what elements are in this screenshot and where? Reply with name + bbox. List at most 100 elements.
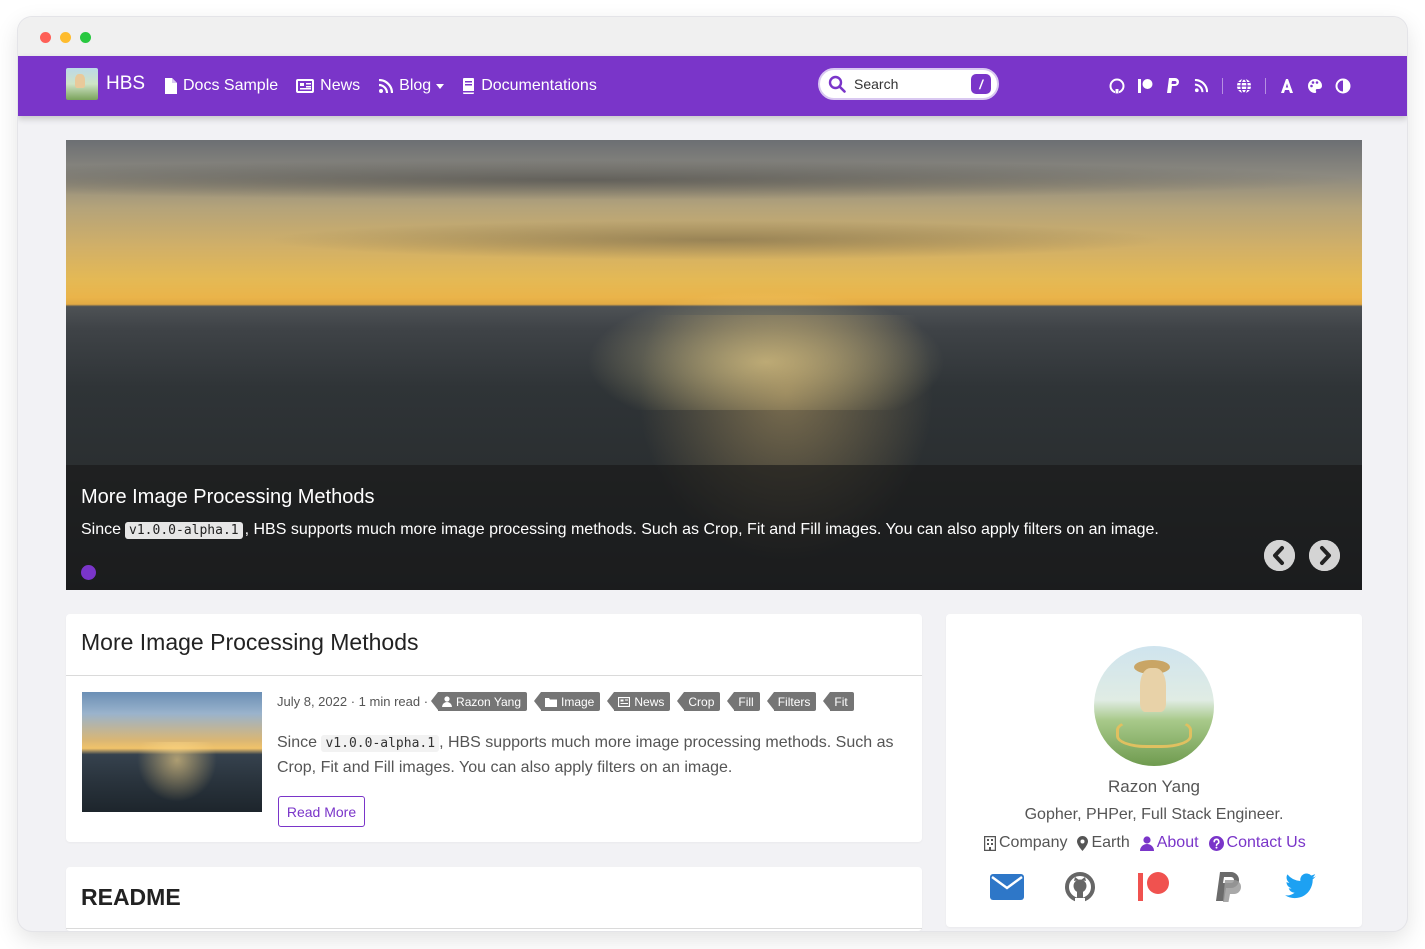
hero-caption: More Image Processing Methods Since v1.0…: [66, 465, 1362, 590]
font-icon[interactable]: [1278, 77, 1296, 95]
user-icon: [442, 696, 453, 707]
hero-image-clouds-2: [266, 220, 1166, 260]
profile-contact-label: Contact Us: [1226, 834, 1306, 851]
read-more-button[interactable]: Read More: [278, 796, 365, 827]
social-links: [946, 872, 1362, 902]
top-navbar: HBS Docs Sample News Blog Documentations: [18, 56, 1407, 116]
readme-title: README: [66, 867, 922, 929]
minimize-window-button[interactable]: [60, 32, 71, 43]
category-label: Image: [561, 694, 595, 709]
rss-icon: [379, 78, 394, 93]
newspaper-icon: [618, 696, 631, 707]
profile-bio: Gopher, PHPer, Full Stack Engineer.: [1024, 806, 1284, 823]
series-tag-news[interactable]: News: [607, 692, 671, 711]
twitter-icon[interactable]: [1284, 872, 1318, 902]
book-icon: [463, 78, 475, 94]
carousel-next-button[interactable]: [1309, 540, 1340, 571]
nav-documentations-label: Documentations: [481, 77, 597, 94]
nav-news-label: News: [320, 77, 361, 94]
profile-name: Razon Yang: [1108, 777, 1200, 796]
nav-links: Docs Sample News Blog Documentations: [164, 56, 615, 116]
hero-description: Since v1.0.0-alpha.1 , HBS supports much…: [81, 521, 1159, 539]
user-icon: [1139, 835, 1154, 851]
nav-blog-dropdown[interactable]: Blog: [378, 77, 445, 95]
profile-company: Company: [984, 834, 1067, 852]
rss-feed-icon[interactable]: [1192, 77, 1210, 95]
browser-window: HBS Docs Sample News Blog Documentations: [18, 17, 1407, 931]
search-box[interactable]: Search /: [818, 68, 999, 100]
author-tag[interactable]: Razon Yang: [431, 692, 527, 711]
chevron-down-icon: [436, 83, 445, 89]
post-summary: Since v1.0.0-alpha.1, HBS supports much …: [277, 731, 897, 780]
hero-desc-after: , HBS supports much more image processin…: [244, 521, 1159, 538]
search-shortcut-key: /: [971, 74, 991, 94]
nav-documentations[interactable]: Documentations: [462, 77, 597, 95]
carousel-prev-button[interactable]: [1264, 540, 1295, 571]
hero-desc-before: Since: [81, 521, 122, 538]
newspaper-icon: [296, 79, 315, 93]
series-label: News: [634, 694, 665, 709]
close-window-button[interactable]: [40, 32, 51, 43]
author-name: Razon Yang: [456, 694, 521, 709]
patreon-icon[interactable]: [1137, 872, 1171, 902]
profile-about-link[interactable]: About: [1139, 834, 1199, 852]
github-icon[interactable]: [1108, 77, 1126, 95]
palette-icon[interactable]: [1306, 77, 1324, 95]
post-meta: July 8, 2022 · 1 min read · Razon Yang I…: [277, 692, 854, 711]
window-titlebar: [18, 17, 1407, 56]
avatar-figure: [1140, 668, 1166, 712]
meta-separator: ·: [420, 694, 429, 709]
avatar: [1094, 646, 1214, 766]
paypal-icon[interactable]: [1211, 872, 1245, 902]
post-title[interactable]: More Image Processing Methods: [66, 614, 922, 676]
nav-divider: [1222, 78, 1223, 94]
nav-divider: [1265, 78, 1266, 94]
profile-location-label: Earth: [1091, 834, 1130, 851]
folder-icon: [545, 697, 557, 707]
hero-image-clouds: [66, 160, 1362, 200]
profile-location: Earth: [1077, 834, 1130, 852]
question-circle-icon: [1208, 835, 1224, 851]
globe-icon[interactable]: [1235, 77, 1253, 95]
patreon-icon[interactable]: [1136, 77, 1154, 95]
summary-version-code: v1.0.0-alpha.1: [321, 735, 440, 752]
search-icon: [828, 75, 846, 93]
maximize-window-button[interactable]: [80, 32, 91, 43]
nav-news[interactable]: News: [296, 77, 360, 95]
nav-icon-group: [1108, 56, 1362, 116]
profile-contact-link[interactable]: Contact Us: [1208, 834, 1306, 852]
profile-links: Company Earth About Contact Us: [984, 834, 1316, 852]
post-read-time: 1 min read: [358, 694, 421, 709]
tag-fill[interactable]: Fill: [727, 692, 760, 711]
profile-card: Razon Yang Gopher, PHPer, Full Stack Eng…: [946, 614, 1362, 927]
post-card: More Image Processing Methods July 8, 20…: [66, 614, 922, 842]
hero-title[interactable]: More Image Processing Methods: [81, 486, 374, 509]
search-input[interactable]: Search: [854, 76, 971, 92]
paypal-icon[interactable]: [1164, 77, 1182, 95]
map-pin-icon: [1077, 835, 1089, 851]
avatar-bicycle: [1116, 718, 1192, 748]
nav-docs-sample-label: Docs Sample: [183, 77, 279, 94]
readme-card: README: [66, 867, 922, 931]
tag-crop[interactable]: Crop: [677, 692, 721, 711]
post-thumbnail[interactable]: [82, 692, 262, 812]
summary-before: Since: [277, 734, 318, 751]
nav-docs-sample[interactable]: Docs Sample: [164, 77, 278, 95]
carousel-indicator[interactable]: [81, 565, 96, 580]
chevron-left-icon: [1264, 540, 1295, 571]
nav-blog-label: Blog: [399, 77, 432, 94]
brand-logo: [66, 68, 98, 100]
brand-name: HBS: [106, 73, 146, 94]
tag-fit[interactable]: Fit: [823, 692, 854, 711]
contrast-icon[interactable]: [1334, 77, 1352, 95]
brand-link[interactable]: HBS: [66, 68, 145, 100]
hero-version-code: v1.0.0-alpha.1: [125, 521, 243, 539]
github-icon[interactable]: [1063, 872, 1097, 902]
building-icon: [984, 835, 996, 851]
tag-filters[interactable]: Filters: [766, 692, 817, 711]
post-date: July 8, 2022: [277, 694, 348, 709]
category-tag-image[interactable]: Image: [533, 692, 601, 711]
profile-about-label: About: [1156, 834, 1199, 851]
chevron-right-icon: [1309, 540, 1340, 571]
email-icon[interactable]: [989, 872, 1024, 902]
